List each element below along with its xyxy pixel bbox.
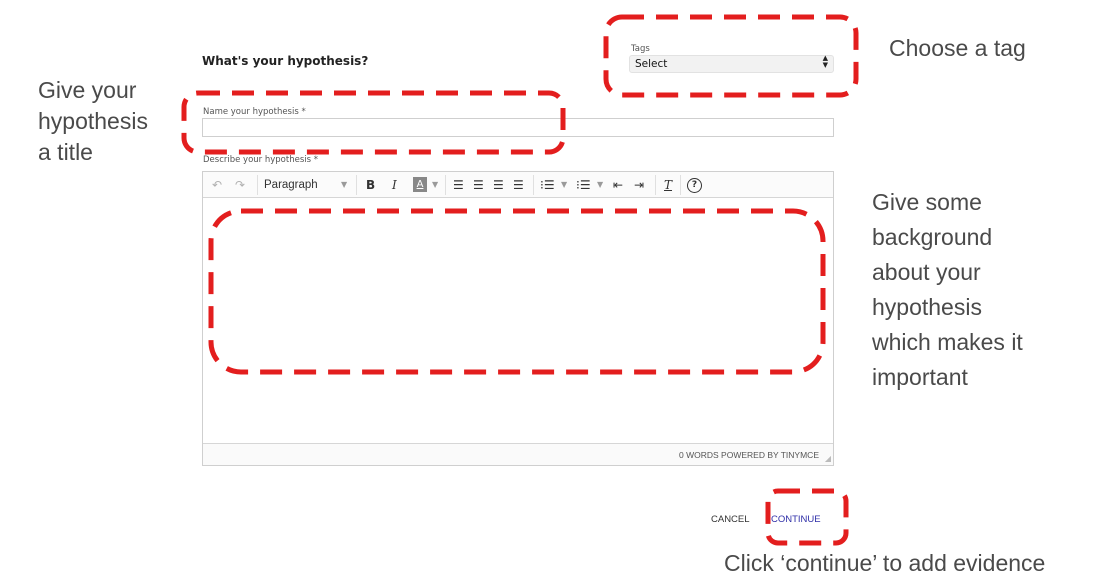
annotation-overlay [181, 14, 859, 546]
highlight-description [208, 208, 826, 375]
highlight-tags [603, 14, 859, 98]
highlight-continue [765, 488, 849, 546]
highlight-name [181, 90, 566, 155]
